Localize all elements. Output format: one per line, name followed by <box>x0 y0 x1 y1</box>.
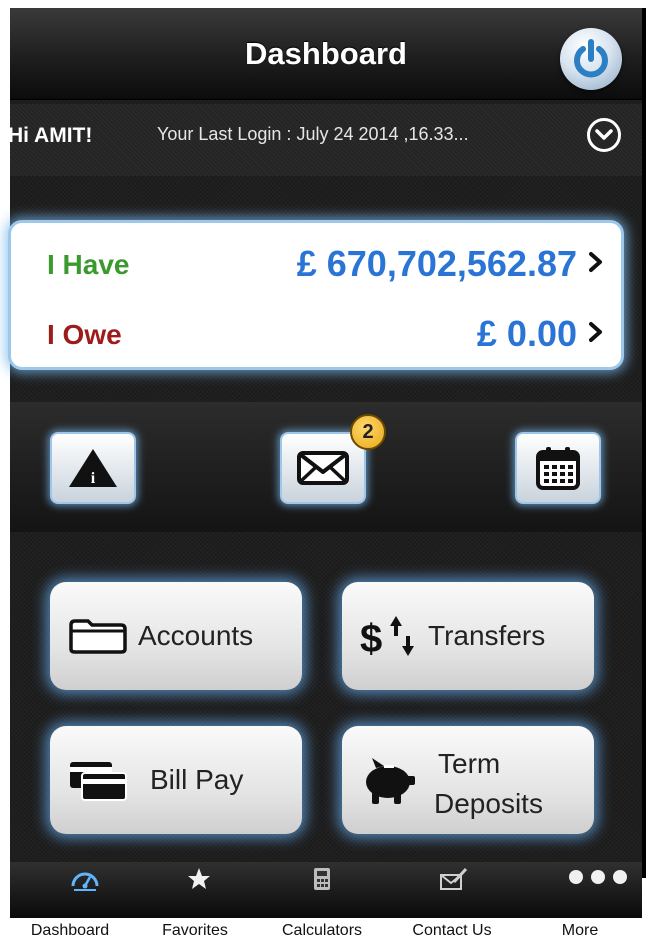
last-login-text: Your Last Login : July 24 2014 ,16.33... <box>157 124 469 144</box>
star-icon[interactable] <box>186 866 212 892</box>
bill-pay-button[interactable]: Bill Pay <box>50 726 302 834</box>
chevron-down-icon <box>595 129 613 140</box>
calendar-button[interactable] <box>515 432 601 504</box>
logout-button[interactable] <box>560 28 622 90</box>
i-owe-amount: £ 0.00 <box>476 313 577 354</box>
i-have-label: I Have <box>47 249 130 280</box>
messages-count-badge: 2 <box>350 414 386 450</box>
balance-card: I Have £ 670,702,562.87 I Owe £ 0.00 <box>8 220 624 370</box>
tab-contact-us[interactable]: Contact Us <box>392 922 512 940</box>
page-title: Dashboard <box>245 36 407 71</box>
i-owe-label: I Owe <box>47 319 122 350</box>
i-have-amount: £ 670,702,562.87 <box>296 243 577 284</box>
more-dots-icon[interactable] <box>568 868 628 886</box>
dollar-transfer-icon: $ <box>360 616 414 660</box>
calculator-icon[interactable] <box>312 866 332 892</box>
transfers-button[interactable]: $ Transfers <box>342 582 594 690</box>
folder-icon <box>69 619 127 654</box>
header-bar: Dashboard <box>10 8 642 100</box>
accounts-label: Accounts <box>138 620 254 651</box>
warning-info-icon: i <box>69 449 117 487</box>
power-icon <box>574 39 608 78</box>
term-deposits-button[interactable]: Term Deposits <box>342 726 594 834</box>
term-label-line2: Deposits <box>434 788 543 819</box>
piggy-bank-icon <box>366 758 415 804</box>
svg-text:i: i <box>91 470 96 487</box>
tab-calculators[interactable]: Calculators <box>262 922 382 940</box>
envelope-pen-icon[interactable] <box>438 866 468 892</box>
chevron-right-icon <box>589 252 602 272</box>
expand-login-button[interactable] <box>587 118 621 152</box>
chevron-right-icon <box>589 322 602 342</box>
gauge-icon[interactable] <box>70 866 100 892</box>
accounts-button[interactable]: Accounts <box>50 582 302 690</box>
alerts-button[interactable]: i <box>50 432 136 504</box>
tab-more[interactable]: More <box>540 922 620 940</box>
term-label-line1: Term <box>438 748 501 779</box>
bill-pay-label: Bill Pay <box>150 764 244 795</box>
envelope-icon <box>297 451 349 485</box>
i-have-row[interactable]: I Have £ 670,702,562.87 <box>11 229 621 299</box>
svg-text:$: $ <box>360 617 382 660</box>
tab-dashboard[interactable]: Dashboard <box>10 922 130 940</box>
greeting-text: Hi AMIT! <box>8 124 93 147</box>
transfers-label: Transfers <box>428 620 546 651</box>
calendar-icon <box>536 447 580 490</box>
cards-icon <box>70 762 127 801</box>
i-owe-row[interactable]: I Owe £ 0.00 <box>11 299 621 369</box>
tab-favorites[interactable]: Favorites <box>140 922 250 940</box>
frame-edge <box>642 8 646 878</box>
